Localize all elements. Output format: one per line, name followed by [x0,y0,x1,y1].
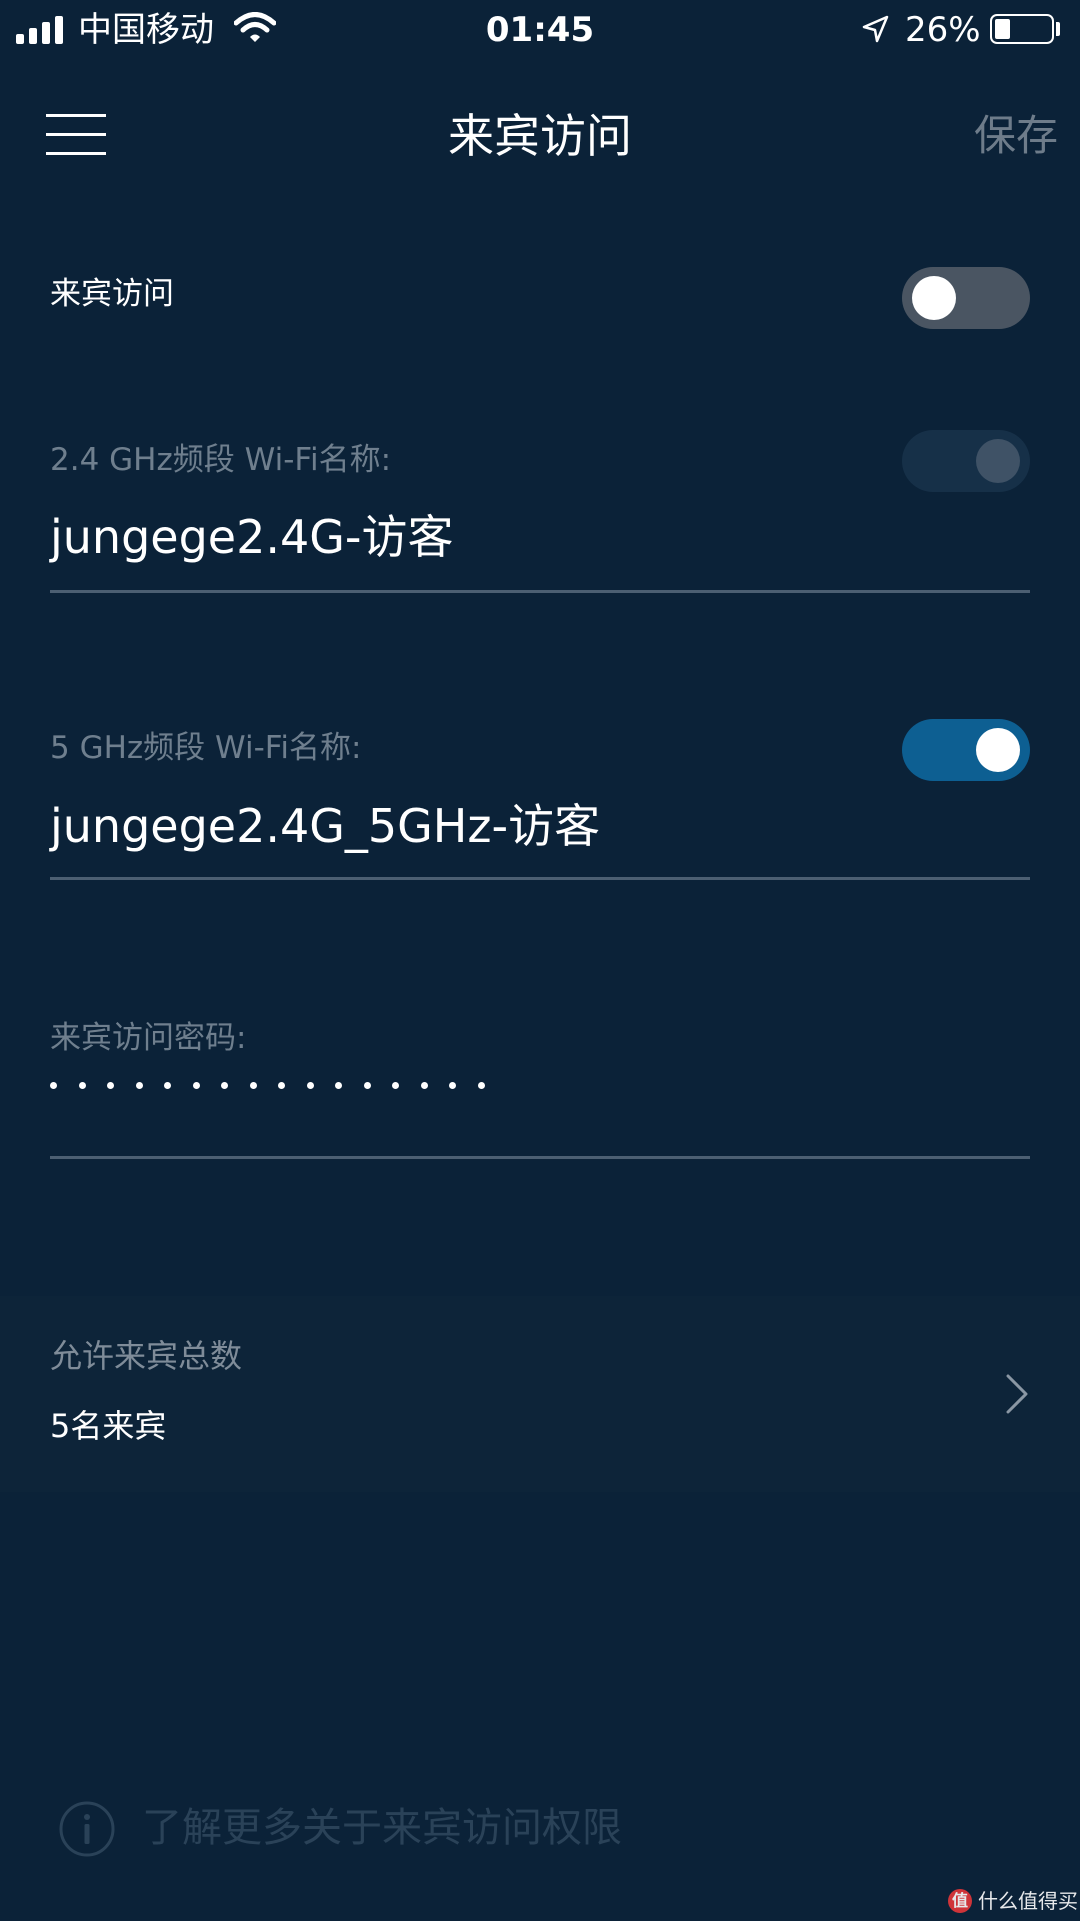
password-dot [278,1082,285,1089]
band-5-ssid-field[interactable]: jungege2.4G_5GHz-访客 [50,794,600,858]
guest-limit-value: 5名来宾 [50,1407,167,1445]
location-arrow-icon [862,15,889,43]
battery-icon [990,14,1054,44]
password-dot [449,1082,456,1089]
guest-access-toggle[interactable] [902,267,1030,329]
battery-fill [995,19,1010,39]
password-dot [164,1082,171,1089]
guest-limit-row[interactable]: 允许来宾总数 5名来宾 [0,1296,1080,1492]
password-dot [363,1082,371,1089]
toggle-knob [976,728,1020,772]
band-5-underline [50,877,1030,880]
password-dot [306,1082,314,1089]
password-dot [249,1082,257,1089]
password-dot [420,1082,428,1089]
page-title: 来宾访问 [448,109,632,163]
guest-access-label: 来宾访问 [50,276,174,312]
password-dot [221,1082,228,1089]
password-underline [50,1156,1030,1159]
password-label: 来宾访问密码: [50,1020,247,1056]
status-bar: 中国移动 01:45 26% [0,0,1080,60]
watermark-logo: 值 [948,1889,972,1913]
toggle-knob [912,276,956,320]
band-24-ssid-field[interactable]: jungege2.4G-访客 [50,505,454,569]
password-dot [392,1082,399,1089]
password-dot [192,1082,200,1089]
band-5-toggle[interactable] [902,719,1030,781]
battery-percentage: 26% [905,10,981,50]
battery-nub [1056,22,1060,36]
chevron-right-icon [1006,1374,1028,1414]
learn-more-link[interactable]: 了解更多关于来宾访问权限 [142,1800,622,1856]
password-field[interactable] [50,1082,485,1089]
password-dot [477,1082,485,1089]
password-dot [335,1082,342,1089]
band-5-label: 5 GHz频段 Wi-Fi名称: [50,730,362,766]
watermark: 值 什么值得买 [948,1887,1078,1915]
band-24-label: 2.4 GHz频段 Wi-Fi名称: [50,442,392,478]
guest-limit-label: 允许来宾总数 [50,1337,243,1375]
watermark-text: 什么值得买 [978,1889,1078,1913]
info-icon [59,1801,115,1857]
password-dot [78,1082,86,1089]
password-dot [50,1082,57,1089]
band-24-toggle[interactable] [902,430,1030,492]
toggle-knob [976,439,1020,483]
password-dot [107,1082,114,1089]
save-button[interactable]: 保存 [974,106,1058,166]
band-24-underline [50,590,1030,593]
password-dot [135,1082,143,1089]
